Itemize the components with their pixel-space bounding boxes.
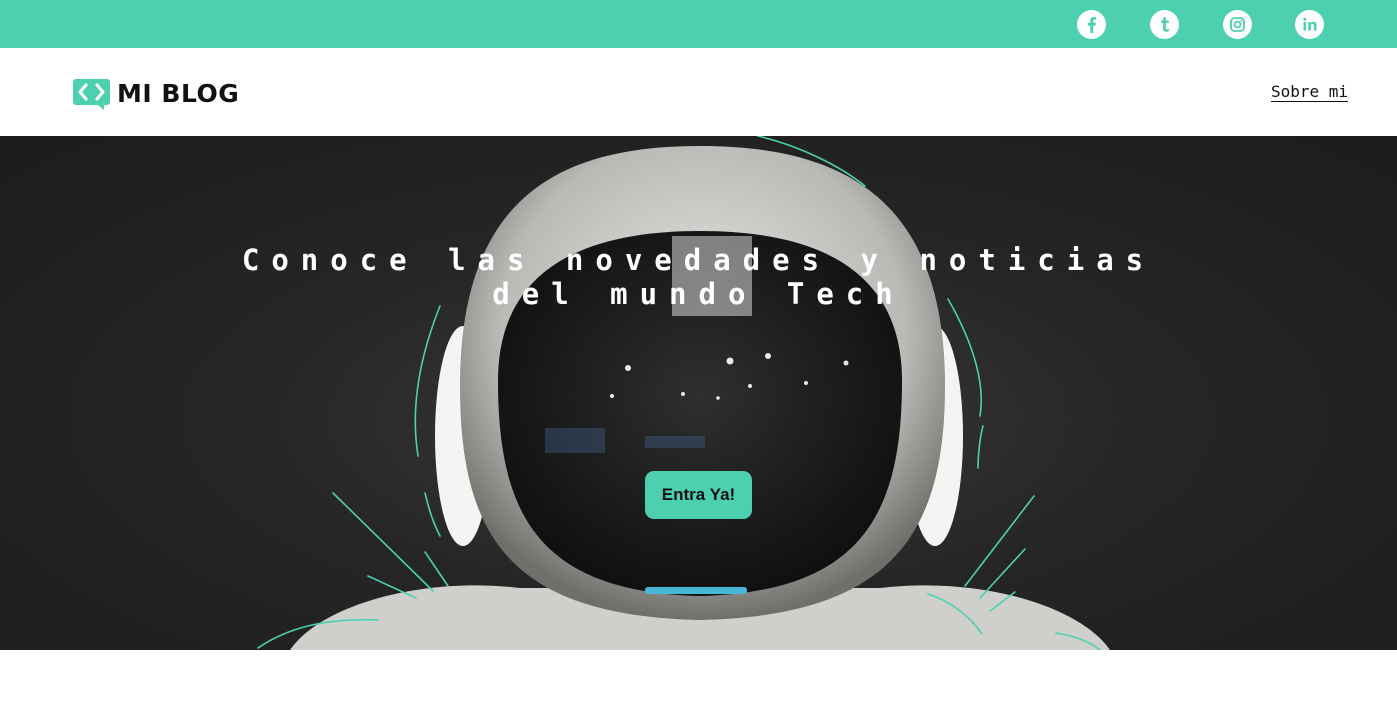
site-logo[interactable]: MI BLOG (72, 78, 239, 110)
instagram-icon[interactable] (1223, 10, 1252, 39)
nav-about-link[interactable]: Sobre mi (1270, 82, 1348, 102)
top-bar (0, 0, 1397, 48)
astronaut-robot-image (257, 136, 1110, 650)
code-chat-logo-icon (73, 79, 110, 110)
logo-text: MI BLOG (117, 79, 240, 108)
hero-title: Conoce las novedades y noticias del mund… (241, 243, 1156, 311)
facebook-icon[interactable] (1077, 10, 1106, 39)
tumblr-icon[interactable] (1150, 10, 1179, 39)
enter-cta-button[interactable]: Entra Ya! (645, 471, 752, 519)
hero-banner: Conoce las novedades y noticias del mund… (0, 136, 1397, 650)
linkedin-icon[interactable] (1295, 10, 1324, 39)
